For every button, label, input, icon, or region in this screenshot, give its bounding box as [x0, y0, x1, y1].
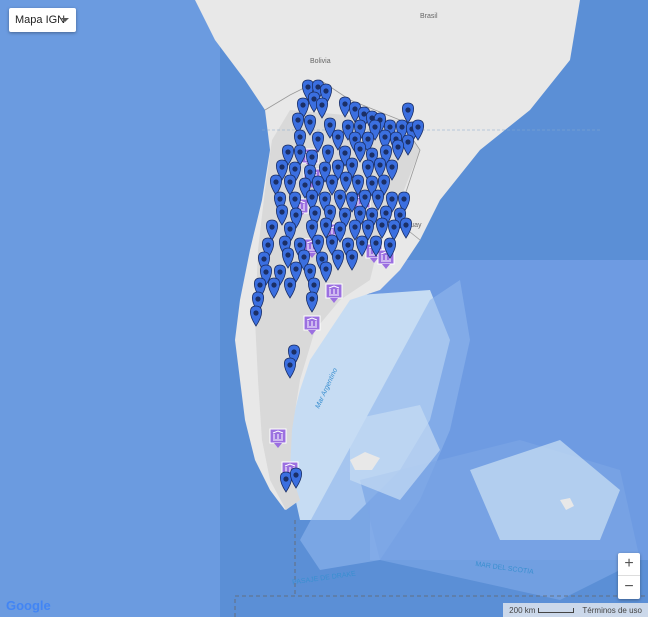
- location-marker[interactable]: [338, 96, 352, 118]
- location-marker[interactable]: [387, 219, 401, 241]
- location-marker[interactable]: [283, 277, 297, 299]
- location-marker[interactable]: [265, 219, 279, 241]
- location-marker[interactable]: [305, 291, 319, 313]
- location-marker[interactable]: [275, 204, 289, 226]
- terms-link[interactable]: Términos de uso: [582, 606, 642, 615]
- markers-layer: [249, 79, 425, 493]
- map-container[interactable]: Brasil Bolivia Uruguay Mar Argentino PAS…: [0, 0, 648, 617]
- location-marker[interactable]: [339, 171, 353, 193]
- chevron-down-icon: [61, 18, 69, 22]
- location-marker[interactable]: [331, 249, 345, 271]
- location-marker[interactable]: [333, 189, 347, 211]
- location-marker[interactable]: [391, 139, 405, 161]
- museum-marker[interactable]: [325, 283, 343, 303]
- location-marker[interactable]: [319, 261, 333, 283]
- location-marker[interactable]: [249, 305, 263, 327]
- location-marker[interactable]: [345, 249, 359, 271]
- location-marker[interactable]: [279, 471, 293, 493]
- map-footer: 200 km Términos de uso: [503, 603, 648, 617]
- map-type-dropdown[interactable]: Mapa IGN: [9, 8, 76, 32]
- museum-marker[interactable]: [303, 315, 321, 335]
- location-marker[interactable]: [267, 277, 281, 299]
- scale-indicator: 200 km: [509, 605, 575, 615]
- zoom-control: + −: [618, 553, 640, 599]
- scale-label: 200 km: [509, 605, 536, 615]
- zoom-in-button[interactable]: +: [618, 553, 640, 575]
- location-marker[interactable]: [315, 97, 329, 119]
- location-marker[interactable]: [399, 217, 413, 239]
- map-type-label: Mapa IGN: [15, 14, 66, 26]
- zoom-out-button[interactable]: −: [618, 576, 640, 598]
- museum-marker[interactable]: [269, 428, 287, 448]
- location-marker[interactable]: [401, 134, 415, 156]
- location-marker[interactable]: [283, 357, 297, 379]
- location-marker[interactable]: [375, 217, 389, 239]
- google-logo: Google: [6, 598, 51, 613]
- location-marker[interactable]: [289, 467, 303, 489]
- location-marker[interactable]: [303, 114, 317, 136]
- scale-bar: [538, 607, 575, 613]
